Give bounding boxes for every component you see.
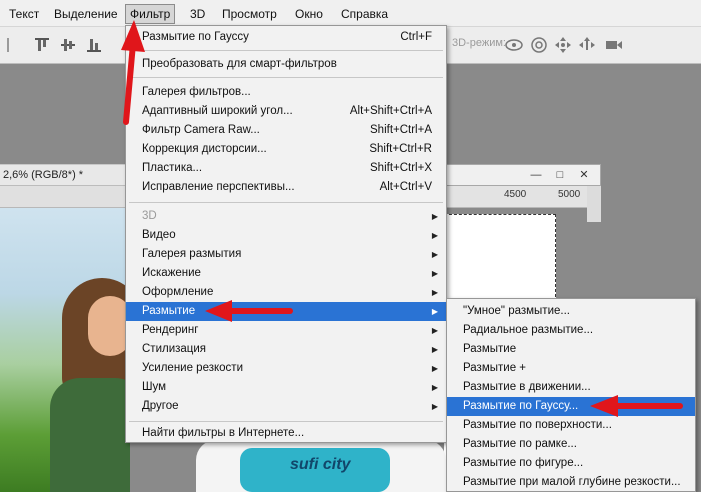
- submenu-render[interactable]: Рендеринг ▶: [126, 321, 446, 340]
- menu-separator: [129, 50, 443, 51]
- menu-help[interactable]: Справка: [337, 4, 392, 24]
- submenu-sharpen[interactable]: Усиление резкости ▶: [126, 359, 446, 378]
- submenu-video[interactable]: Видео ▶: [126, 226, 446, 245]
- horizontal-ruler: [0, 186, 130, 208]
- menu-item-last-filter[interactable]: Размытие по Гауссу Ctrl+F: [126, 28, 446, 47]
- menu-item-filter-gallery[interactable]: Галерея фильтров...: [126, 83, 446, 102]
- menubar: Текст Выделение Фильтр 3D Просмотр Окно …: [0, 0, 701, 27]
- menu-item-lens-correction[interactable]: Коррекция дисторсии... Shift+Ctrl+R: [126, 140, 446, 159]
- chevron-right-icon: ▶: [431, 307, 438, 316]
- roll-3d-icon[interactable]: [530, 36, 548, 54]
- chevron-right-icon: ▶: [431, 364, 438, 373]
- chevron-right-icon: ▶: [431, 345, 438, 354]
- menu-separator: [129, 421, 443, 422]
- menu-separator: [129, 202, 443, 203]
- menu-item-browse-filters-online[interactable]: Найти фильтры в Интернете...: [126, 424, 446, 443]
- submenu-other[interactable]: Другое ▶: [126, 397, 446, 416]
- video-camera-icon[interactable]: [604, 36, 624, 54]
- menu-select[interactable]: Выделение: [50, 4, 122, 24]
- submenu-noise[interactable]: Шум ▶: [126, 378, 446, 397]
- menu-item-shape-blur[interactable]: Размытие по фигуре...: [447, 454, 695, 473]
- menu-3d[interactable]: 3D: [186, 4, 209, 24]
- document-tab[interactable]: 2,6% (RGB/8*) *: [3, 169, 83, 181]
- menu-window[interactable]: Окно: [291, 4, 327, 24]
- align-vcenter-icon[interactable]: [60, 36, 76, 54]
- menu-item-lens-blur[interactable]: Размытие при малой глубине резкости...: [447, 473, 695, 492]
- menu-item-motion-blur[interactable]: Размытие в движении...: [447, 378, 695, 397]
- chevron-right-icon: ▶: [431, 212, 438, 221]
- mode-3d-label: 3D-режим:: [452, 37, 506, 49]
- menu-item-surface-blur[interactable]: Размытие по поверхности...: [447, 416, 695, 435]
- blur-submenu: "Умное" размытие... Радиальное размытие.…: [446, 298, 696, 492]
- chevron-right-icon: ▶: [431, 383, 438, 392]
- chevron-right-icon: ▶: [431, 250, 438, 259]
- maximize-icon[interactable]: □: [549, 167, 571, 183]
- menu-item-blur[interactable]: Размытие: [447, 340, 695, 359]
- chevron-right-icon: ▶: [431, 231, 438, 240]
- toolbar-grip-icon: [6, 36, 12, 54]
- menu-item-smart-filters[interactable]: Преобразовать для смарт-фильтров: [126, 55, 446, 74]
- pan-3d-icon[interactable]: [554, 36, 572, 54]
- menu-item-smart-blur[interactable]: "Умное" размытие...: [447, 302, 695, 321]
- orbit-3d-icon[interactable]: [504, 36, 524, 54]
- chevron-right-icon: ▶: [431, 402, 438, 411]
- menu-item-adaptive-wide-angle[interactable]: Адаптивный широкий угол... Alt+Shift+Ctr…: [126, 102, 446, 121]
- align-bottom-icon[interactable]: [86, 36, 102, 54]
- ruler-tick-label: 4500: [504, 189, 527, 200]
- menu-item-box-blur[interactable]: Размытие по рамке...: [447, 435, 695, 454]
- ruler-tick-label: 5000: [558, 189, 581, 200]
- submenu-distort[interactable]: Искажение ▶: [126, 264, 446, 283]
- filter-menu: Размытие по Гауссу Ctrl+F Преобразовать …: [125, 25, 447, 443]
- menu-item-liquify[interactable]: Пластика... Shift+Ctrl+X: [126, 159, 446, 178]
- chevron-right-icon: ▶: [431, 288, 438, 297]
- submenu-blur-gallery[interactable]: Галерея размытия ▶: [126, 245, 446, 264]
- menu-item-radial-blur[interactable]: Радиальное размытие...: [447, 321, 695, 340]
- menu-view[interactable]: Просмотр: [218, 4, 281, 24]
- submenu-pixelate[interactable]: Оформление ▶: [126, 283, 446, 302]
- menu-item-blur-more[interactable]: Размытие +: [447, 359, 695, 378]
- document-window-titlebar: — □ ✕: [444, 164, 601, 186]
- submenu-blur[interactable]: Размытие ▶: [126, 302, 446, 321]
- photo-dress: [50, 378, 130, 492]
- shirt-print-text: sufi city: [290, 456, 351, 473]
- photo-canvas[interactable]: [0, 208, 130, 492]
- minimize-icon[interactable]: —: [525, 167, 547, 183]
- photo-face: [88, 296, 130, 356]
- slide-3d-icon[interactable]: [578, 36, 596, 54]
- menu-item-vanishing-point[interactable]: Исправление перспективы... Alt+Ctrl+V: [126, 178, 446, 197]
- submenu-stylize[interactable]: Стилизация ▶: [126, 340, 446, 359]
- menu-separator: [129, 77, 443, 78]
- document-ruler: 4500 5000: [444, 186, 587, 208]
- scrollbar[interactable]: [587, 186, 601, 222]
- menu-filter[interactable]: Фильтр: [125, 4, 176, 24]
- submenu-3d: 3D ▶: [126, 207, 446, 226]
- align-top-icon[interactable]: [34, 36, 50, 54]
- close-icon[interactable]: ✕: [573, 167, 595, 183]
- chevron-right-icon: ▶: [431, 269, 438, 278]
- chevron-right-icon: ▶: [431, 326, 438, 335]
- document-tab-bar: 2,6% (RGB/8*) *: [0, 164, 130, 186]
- menu-text[interactable]: Текст: [5, 4, 43, 24]
- menu-item-camera-raw[interactable]: Фильтр Camera Raw... Shift+Ctrl+A: [126, 121, 446, 140]
- menu-item-gaussian-blur[interactable]: Размытие по Гауссу...: [447, 397, 695, 416]
